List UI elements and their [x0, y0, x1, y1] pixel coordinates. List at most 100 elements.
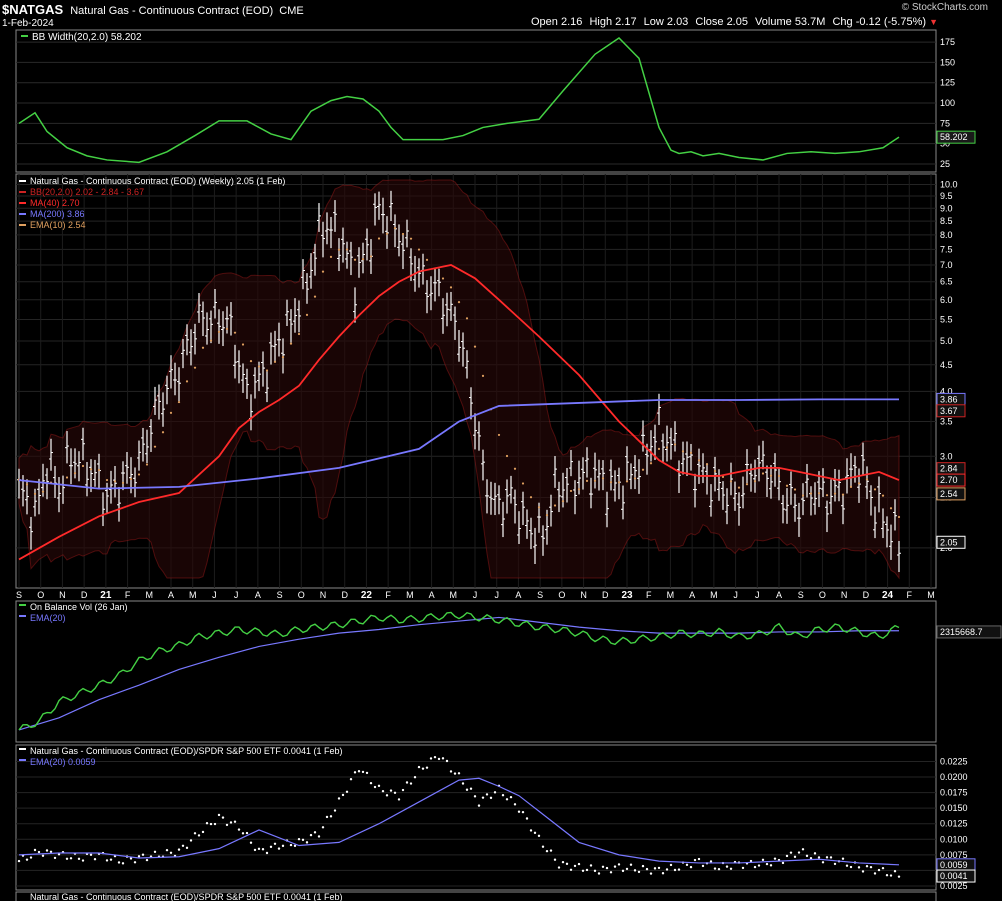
ratio-point	[849, 865, 853, 869]
bbw-tick-label: 100	[940, 98, 955, 108]
ratio-point	[529, 829, 533, 832]
ema10-point	[593, 479, 597, 482]
ratio-point	[677, 868, 681, 871]
ratio-point	[489, 796, 493, 800]
price-tick-label: 7.0	[940, 260, 953, 270]
ema10-point	[417, 248, 421, 251]
ratio-point	[189, 839, 193, 842]
price-tick-label: 9.0	[940, 203, 953, 213]
ratio-point	[505, 798, 509, 801]
ratio-point	[793, 855, 797, 859]
ema10-point	[505, 454, 509, 458]
ratio-point	[413, 776, 417, 779]
ema10-point	[713, 469, 717, 473]
ratio-point	[597, 872, 601, 875]
ratio-point	[229, 821, 233, 824]
ema10-point	[529, 496, 533, 499]
ratio-point	[69, 857, 73, 860]
ratio-point	[253, 848, 257, 852]
ratio-value-label: 0.0041	[940, 871, 968, 881]
ema10-point	[193, 366, 197, 369]
ema10-point	[681, 450, 685, 453]
ema10-point	[865, 478, 869, 481]
month-tick-label: A	[689, 590, 695, 600]
ratio-legend-entry: Natural Gas - Continuous Contract (EOD)/…	[30, 746, 342, 756]
ratio-point	[205, 822, 209, 825]
ratio-point	[217, 813, 221, 817]
ratio-point	[237, 828, 241, 831]
month-tick-label: A	[515, 590, 521, 600]
ratio-point	[713, 867, 717, 870]
ratio-point	[841, 857, 845, 860]
ratio-point	[653, 867, 657, 870]
month-tick-label: O	[819, 590, 826, 600]
ratio-point	[221, 816, 225, 819]
month-tick-label: 22	[361, 590, 373, 601]
ratio-point	[213, 822, 217, 826]
ema10-point	[273, 360, 277, 363]
ratio-point	[365, 771, 369, 775]
ema10-point	[825, 494, 829, 497]
ema10-point	[601, 477, 605, 480]
ema10-point	[633, 477, 637, 480]
ratio-point	[769, 864, 773, 867]
price-tick-label: 7.5	[940, 244, 953, 254]
ema10-point	[65, 476, 69, 479]
ratio-point	[329, 815, 333, 818]
ratio-point	[17, 859, 21, 863]
obv-ema-legend-entry: EMA(20)	[30, 613, 66, 623]
ema10-point	[73, 472, 77, 475]
ema10-point	[753, 480, 757, 483]
ratio-tick-label: 0.0225	[940, 756, 968, 766]
price-tick-label: 8.5	[940, 216, 953, 226]
ema10-point	[225, 327, 229, 330]
ratio-point	[109, 858, 113, 861]
ratio-point	[833, 862, 837, 866]
ema10-point	[761, 472, 765, 475]
ema10-point	[641, 468, 645, 471]
price-tick-label: 10.0	[940, 179, 958, 189]
month-tick-label: J	[473, 590, 478, 600]
ema10-point	[361, 258, 365, 261]
ratio-point	[393, 791, 397, 794]
month-tick-label: S	[798, 590, 804, 600]
ema10-point	[441, 277, 445, 280]
ratio-point	[817, 856, 821, 859]
ema10-point	[321, 270, 325, 273]
ratio-point	[565, 862, 569, 866]
ratio-point	[861, 870, 865, 873]
ratio-point	[77, 857, 81, 861]
ratio-point	[697, 857, 701, 861]
ratio-point	[545, 849, 549, 853]
ema10-point	[233, 331, 237, 334]
ema10-point	[305, 313, 309, 317]
ratio-point	[321, 826, 325, 829]
ratio-point	[617, 863, 621, 866]
price-tick-label: 6.5	[940, 277, 953, 287]
ema10-point	[745, 483, 749, 486]
ratio-point	[453, 772, 457, 775]
ratio-point	[821, 861, 825, 864]
ratio-point	[893, 870, 897, 873]
ratio-point	[313, 831, 317, 834]
ema10-point	[121, 481, 125, 485]
ema10-point	[465, 317, 469, 320]
obv-legend-entry: On Balance Vol (26 Jan)	[30, 602, 128, 612]
ratio-point	[257, 847, 261, 851]
price-value-label: 2.05	[940, 537, 958, 547]
ratio-point	[397, 798, 401, 801]
ratio-point	[625, 867, 629, 871]
price-tick-label: 5.5	[940, 314, 953, 324]
ratio-point	[897, 875, 901, 878]
month-tick-label: A	[776, 590, 782, 600]
ratio-point	[825, 856, 829, 859]
ratio-point	[197, 834, 201, 837]
ratio-point	[761, 858, 765, 862]
ratio-point	[765, 862, 769, 866]
month-tick-label: S	[277, 590, 283, 600]
ratio-point	[169, 851, 173, 854]
price-value-label: 3.86	[940, 394, 958, 404]
ratio-point	[689, 865, 693, 869]
ema10-point	[201, 346, 205, 349]
month-tick-label: F	[385, 590, 391, 600]
